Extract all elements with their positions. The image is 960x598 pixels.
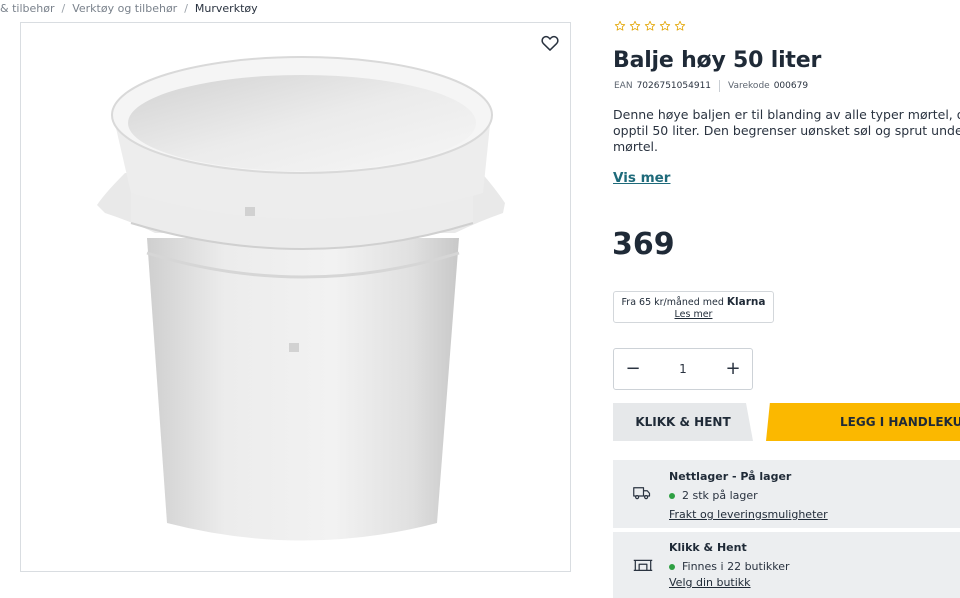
store-stock-count: Finnes i 22 butikker bbox=[682, 560, 790, 573]
star-outline-icon bbox=[644, 20, 656, 31]
add-to-cart-button[interactable]: LEGG I HANDLEKURV bbox=[766, 403, 960, 441]
truck-icon bbox=[633, 487, 651, 500]
rating-stars[interactable] bbox=[614, 20, 686, 32]
breadcrumb-separator: / bbox=[61, 2, 66, 15]
description-line: Denne høye baljen er til blanding av all… bbox=[613, 107, 960, 122]
breadcrumb: & tilbehør / Verktøy og tilbehør / Murverktø… bbox=[0, 2, 258, 15]
codes-divider bbox=[719, 80, 721, 92]
quantity-decrease-button[interactable]: − bbox=[622, 358, 644, 380]
click-and-collect-button[interactable]: KLIKK & HENT bbox=[613, 403, 753, 441]
description-line: opptil 50 liter. Den begrenser uønsket s… bbox=[613, 123, 960, 138]
in-stock-dot-icon bbox=[669, 563, 675, 570]
klarna-financing-box: Fra 65 kr/måned med Klarna Les mer bbox=[613, 291, 774, 323]
ean-value: 7026751054911 bbox=[636, 81, 712, 91]
choose-store-link[interactable]: Velg din butikk bbox=[669, 576, 751, 589]
quantity-value[interactable]: 1 bbox=[679, 362, 687, 376]
product-image-container[interactable] bbox=[20, 22, 571, 572]
quantity-stepper: − 1 + bbox=[613, 348, 753, 390]
klarna-read-more-link[interactable]: Les mer bbox=[614, 309, 773, 321]
show-more-link[interactable]: Vis mer bbox=[613, 170, 670, 186]
product-title: Balje høy 50 liter bbox=[613, 48, 822, 73]
breadcrumb-current: Murverktøy bbox=[194, 2, 258, 15]
online-stock-count: 2 stk på lager bbox=[682, 489, 758, 502]
klarna-logo: Klarna bbox=[726, 296, 766, 308]
product-price: 369 bbox=[612, 227, 675, 262]
online-stock-title: Nettlager - På lager bbox=[669, 470, 792, 483]
shipping-options-link[interactable]: Frakt og leveringsmuligheter bbox=[669, 508, 828, 521]
breadcrumb-item-verktoy[interactable]: Verktøy og tilbehør bbox=[72, 2, 177, 15]
store-stock-status: Finnes i 22 butikker bbox=[669, 560, 790, 573]
product-image-bucket bbox=[97, 56, 505, 541]
star-outline-icon bbox=[629, 20, 641, 31]
store-icon bbox=[633, 559, 653, 571]
store-stock-title: Klikk & Hent bbox=[669, 541, 747, 554]
heart-outline-icon[interactable] bbox=[540, 33, 560, 53]
quantity-increase-button[interactable]: + bbox=[722, 358, 744, 380]
breadcrumb-item-tilbehor[interactable]: & tilbehør bbox=[0, 2, 54, 15]
klarna-text: Fra 65 kr/måned med bbox=[621, 297, 724, 308]
star-outline-icon bbox=[659, 20, 671, 31]
varekode-value: 000679 bbox=[773, 81, 809, 91]
description-line: mørtel. bbox=[613, 139, 659, 154]
ean-label: EAN bbox=[614, 81, 633, 91]
product-codes: EAN 7026751054911 Varekode 000679 bbox=[614, 80, 808, 92]
varekode-label: Varekode bbox=[728, 81, 770, 91]
star-outline-icon bbox=[614, 20, 626, 31]
breadcrumb-separator: / bbox=[184, 2, 188, 15]
store-stock-panel: Klikk & Hent Finnes i 22 butikker Velg d… bbox=[613, 532, 960, 598]
online-stock-panel: Nettlager - På lager 2 stk på lager Frak… bbox=[613, 460, 960, 528]
product-description: Denne høye baljen er til blanding av all… bbox=[613, 107, 960, 155]
in-stock-dot-icon bbox=[669, 492, 675, 499]
star-outline-icon bbox=[674, 20, 686, 31]
online-stock-status: 2 stk på lager bbox=[669, 489, 758, 502]
